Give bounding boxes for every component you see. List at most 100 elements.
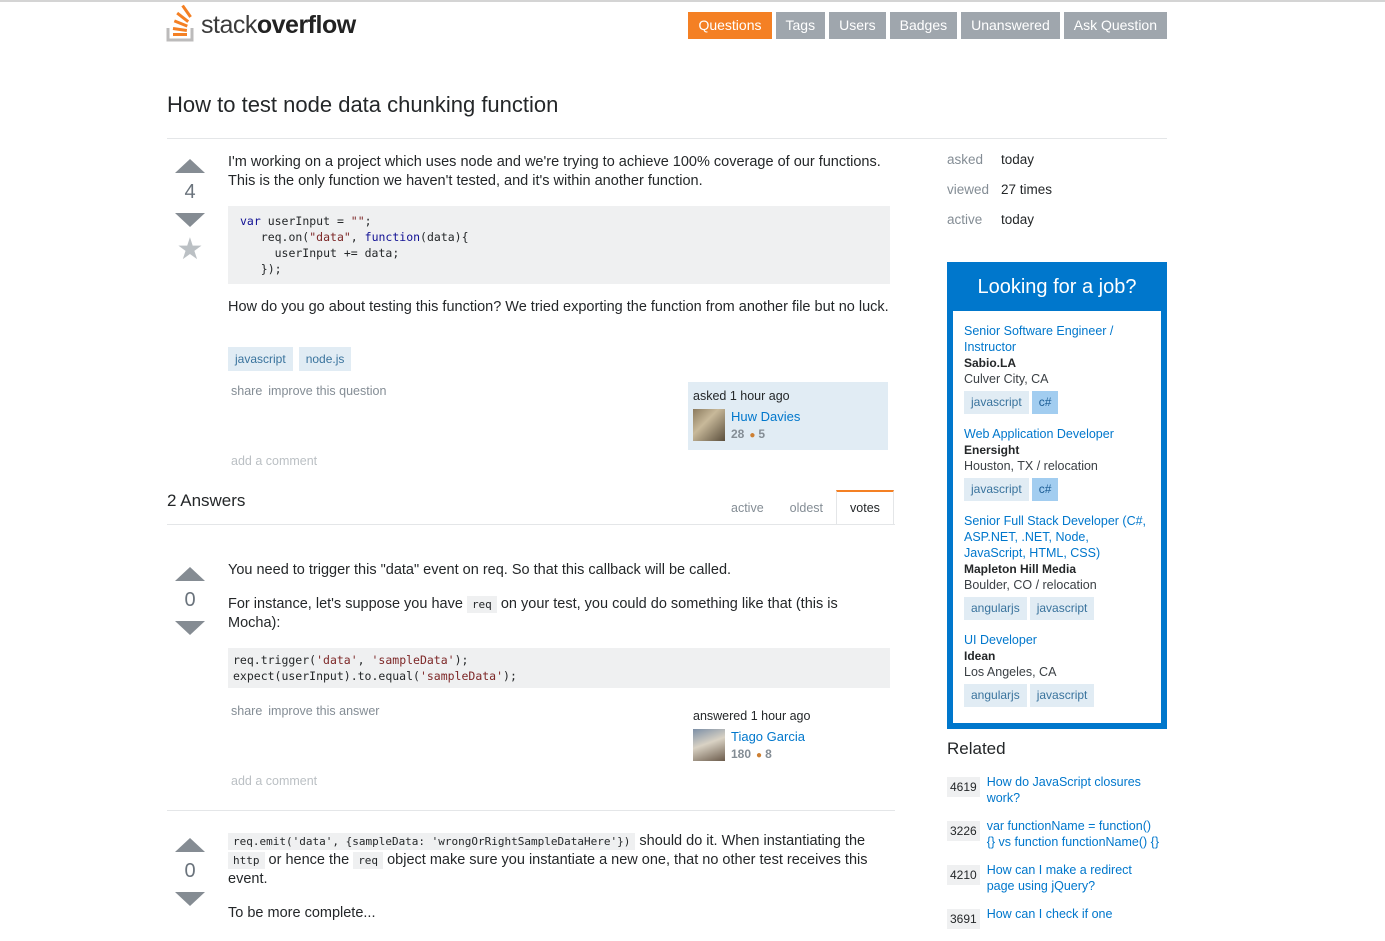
job-title[interactable]: Senior Software Engineer / Instructor bbox=[964, 323, 1151, 355]
job-location: Boulder, CO / relocation bbox=[964, 578, 1097, 592]
related-item: 3691 How can I check if one bbox=[947, 906, 1167, 929]
add-comment-link[interactable]: add a comment bbox=[231, 454, 317, 468]
favorite-star-icon[interactable]: ★ bbox=[167, 235, 213, 265]
job-item: Senior Software Engineer / Instructor Sa… bbox=[964, 323, 1151, 414]
user-name[interactable]: Tiago Garcia bbox=[731, 729, 805, 745]
related-heading: Related bbox=[947, 739, 1006, 758]
divider bbox=[167, 138, 1167, 139]
vote-down-icon[interactable] bbox=[175, 213, 205, 227]
answer-vote-cell: 0 bbox=[167, 838, 213, 906]
job-title[interactable]: Web Application Developer bbox=[964, 426, 1151, 442]
related-score: 4210 bbox=[947, 865, 980, 885]
job-location: Houston, TX / relocation bbox=[964, 459, 1098, 473]
job-item: Senior Full Stack Developer (C#, ASP.NET… bbox=[964, 513, 1151, 620]
related-link[interactable]: How do JavaScript closures work? bbox=[987, 774, 1162, 806]
answerer-card: answered 1 hour ago Tiago Garcia 180 ● 8 bbox=[688, 702, 888, 772]
jobs-list: Senior Software Engineer / Instructor Sa… bbox=[953, 311, 1161, 723]
job-tag[interactable]: c# bbox=[1031, 478, 1059, 501]
jobs-title[interactable]: Looking for a job? bbox=[947, 262, 1167, 311]
related-link[interactable]: How can I check if one bbox=[987, 906, 1162, 929]
job-tag[interactable]: angularjs bbox=[964, 597, 1027, 620]
vote-up-icon[interactable] bbox=[175, 838, 205, 852]
job-location: Culver City, CA bbox=[964, 372, 1049, 386]
related-link[interactable]: How can I make a redirect page using jQu… bbox=[987, 862, 1162, 894]
question-body: I'm working on a project which uses node… bbox=[228, 153, 890, 332]
bronze-badge-icon: ● bbox=[749, 430, 756, 441]
nav-questions[interactable]: Questions bbox=[688, 12, 772, 39]
stack-overflow-logo-icon bbox=[166, 4, 194, 42]
tab-votes[interactable]: votes bbox=[836, 490, 894, 524]
divider bbox=[167, 524, 895, 525]
vote-down-icon[interactable] bbox=[175, 621, 205, 635]
job-company: Sabio.LA bbox=[964, 356, 1017, 370]
related-score: 3226 bbox=[947, 821, 980, 841]
vote-up-icon[interactable] bbox=[175, 567, 205, 581]
answer-vote-cell: 0 bbox=[167, 567, 213, 635]
vote-count: 4 bbox=[184, 181, 196, 203]
tag-javascript[interactable]: javascript bbox=[228, 347, 293, 371]
answer-paragraph: req.emit('data', {sampleData: 'wrongOrRi… bbox=[228, 833, 868, 887]
code-block: req.trigger('data', 'sampleData'); expec… bbox=[228, 648, 890, 688]
stat-asked: asked today bbox=[947, 152, 1035, 167]
share-link[interactable]: share bbox=[231, 384, 262, 398]
improve-link[interactable]: improve this answer bbox=[268, 704, 379, 718]
job-tag[interactable]: javascript bbox=[1029, 684, 1095, 707]
job-tag[interactable]: angularjs bbox=[964, 684, 1027, 707]
answers-count: 2 Answers bbox=[167, 491, 246, 510]
nav-badges[interactable]: Badges bbox=[889, 12, 958, 39]
question-title[interactable]: How to test node data chunking function bbox=[167, 92, 558, 118]
user-avatar[interactable] bbox=[693, 409, 725, 441]
inline-code: req bbox=[466, 596, 497, 613]
job-tag[interactable]: javascript bbox=[964, 478, 1029, 501]
job-title[interactable]: UI Developer bbox=[964, 632, 1151, 648]
related-link[interactable]: var functionName = function() {} vs func… bbox=[987, 818, 1162, 850]
logo[interactable]: stackoverflow bbox=[166, 4, 356, 42]
job-tag[interactable]: javascript bbox=[1029, 597, 1095, 620]
nav-unanswered[interactable]: Unanswered bbox=[961, 12, 1060, 39]
answer-post-menu: share improve this answer bbox=[231, 704, 385, 718]
inline-code: http bbox=[228, 852, 265, 869]
related-list: 4619 How do JavaScript closures work? 32… bbox=[947, 774, 1167, 941]
answer-body: req.emit('data', {sampleData: 'wrongOrRi… bbox=[228, 832, 890, 938]
tag-nodejs[interactable]: node.js bbox=[298, 347, 352, 371]
user-name[interactable]: Huw Davies bbox=[731, 409, 800, 425]
related-score: 3691 bbox=[947, 909, 980, 929]
code-block: var userInput = ""; req.on("data", funct… bbox=[228, 206, 890, 284]
job-company: Mapleton Hill Media bbox=[964, 562, 1077, 576]
job-location: Los Angeles, CA bbox=[964, 665, 1057, 679]
job-title[interactable]: Senior Full Stack Developer (C#, ASP.NET… bbox=[964, 513, 1151, 561]
inline-code: req bbox=[353, 852, 384, 869]
job-item: UI Developer Idean Los Angeles, CA angul… bbox=[964, 632, 1151, 707]
vote-count: 0 bbox=[184, 860, 196, 882]
related-item: 3226 var functionName = function() {} vs… bbox=[947, 818, 1167, 850]
answer-sort-tabs: active oldest votes bbox=[718, 490, 894, 524]
vote-up-icon[interactable] bbox=[175, 159, 205, 173]
related-item: 4619 How do JavaScript closures work? bbox=[947, 774, 1167, 806]
answer-paragraph: You need to trigger this "data" event on… bbox=[228, 562, 732, 578]
question-tags: javascript node.js bbox=[228, 347, 352, 371]
job-company: Idean bbox=[964, 649, 996, 663]
answered-time: answered 1 hour ago bbox=[693, 709, 811, 723]
divider bbox=[167, 810, 895, 811]
tab-oldest[interactable]: oldest bbox=[777, 490, 836, 524]
nav-tags[interactable]: Tags bbox=[775, 12, 826, 39]
answer-paragraph: For instance, let's suppose you have req… bbox=[228, 596, 838, 631]
asker-card: asked 1 hour ago Huw Davies 28 ● 5 bbox=[688, 382, 888, 450]
user-avatar[interactable] bbox=[693, 729, 725, 761]
tab-active[interactable]: active bbox=[718, 490, 777, 524]
main-nav: Questions Tags Users Badges Unanswered A… bbox=[688, 12, 1167, 39]
answer-body: You need to trigger this "data" event on… bbox=[228, 561, 890, 688]
job-tag[interactable]: javascript bbox=[964, 391, 1029, 414]
question-paragraph: I'm working on a project which uses node… bbox=[228, 154, 881, 189]
share-link[interactable]: share bbox=[231, 704, 262, 718]
answer-paragraph: To be more complete... bbox=[228, 905, 376, 921]
job-item: Web Application Developer Enersight Hous… bbox=[964, 426, 1151, 501]
vote-down-icon[interactable] bbox=[175, 892, 205, 906]
add-comment-link[interactable]: add a comment bbox=[231, 774, 317, 788]
nav-ask-question[interactable]: Ask Question bbox=[1063, 12, 1167, 39]
inline-code: req.emit('data', {sampleData: 'wrongOrRi… bbox=[228, 833, 636, 850]
improve-link[interactable]: improve this question bbox=[268, 384, 386, 398]
nav-users[interactable]: Users bbox=[829, 12, 886, 39]
vote-count: 0 bbox=[184, 589, 196, 611]
job-tag[interactable]: c# bbox=[1031, 391, 1059, 414]
